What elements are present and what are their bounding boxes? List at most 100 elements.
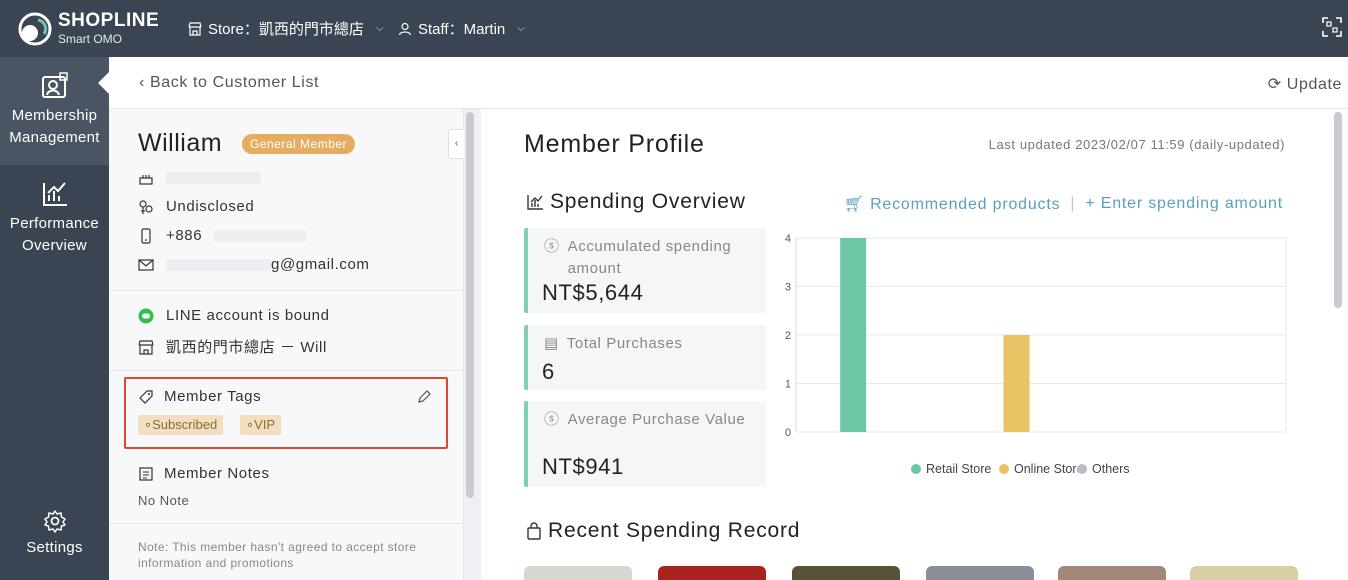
gender-value: Undisclosed bbox=[166, 198, 255, 215]
right-panel-scrollbar[interactable] bbox=[1334, 112, 1342, 308]
chevron-down-icon: ⌵ bbox=[517, 23, 525, 34]
sidebar-item-label: Performance Overview bbox=[9, 215, 100, 254]
back-to-customer-list-link[interactable]: ‹ Back to Customer List bbox=[139, 74, 319, 92]
mail-icon bbox=[138, 258, 154, 271]
shopline-logo[interactable]: SHOPLINE Smart OMO bbox=[18, 10, 168, 50]
update-label: Update bbox=[1286, 76, 1342, 93]
chevron-left-icon: ‹ bbox=[139, 74, 150, 91]
chart-legend-label: Others bbox=[1092, 462, 1130, 476]
line-icon bbox=[138, 308, 154, 323]
top-bar: SHOPLINE Smart OMO Store：凱西的門市總店 ⌵ Staff… bbox=[0, 0, 1348, 57]
last-updated-text: Last updated 2023/02/07 11:59 (daily-upd… bbox=[988, 137, 1285, 152]
stat-card-accumulated: ⓢ Accumulated spending amount NT$5,644 bbox=[524, 228, 766, 313]
sidebar-item-settings[interactable]: Settings bbox=[0, 509, 109, 569]
member-card-icon bbox=[41, 72, 68, 98]
member-notes-title: Member Notes bbox=[164, 465, 270, 482]
receipt-icon: ▤ bbox=[544, 335, 559, 352]
back-label: Back to Customer List bbox=[149, 74, 320, 91]
collapse-panel-button[interactable]: ‹ bbox=[448, 129, 464, 159]
phone-icon bbox=[141, 227, 151, 244]
email-suffix: g@gmail.com bbox=[271, 256, 370, 273]
store-icon bbox=[138, 339, 154, 355]
chart-y-tick-label: 0 bbox=[785, 427, 791, 439]
stat-value: 6 bbox=[542, 359, 555, 384]
chart-bar-online-store bbox=[1003, 335, 1030, 432]
pencil-icon[interactable] bbox=[416, 389, 432, 405]
cart-icon: 🛒︎ bbox=[843, 196, 871, 213]
recent-spending-title: Recent Spending Record bbox=[548, 519, 801, 542]
product-thumbnail[interactable] bbox=[1058, 566, 1166, 580]
gear-icon bbox=[43, 510, 66, 533]
stat-label-text: Accumulated spending amount bbox=[567, 238, 732, 277]
line-status-text: LINE account is bound bbox=[166, 307, 330, 324]
sidebar-item-label: Membership Management bbox=[9, 107, 100, 146]
refresh-icon: ⟳ bbox=[1267, 76, 1287, 93]
shopping-bag-icon bbox=[527, 522, 541, 540]
sidebar-item-performance[interactable]: Performance Overview bbox=[0, 179, 109, 269]
sidebar-item-label: Settings bbox=[26, 539, 83, 556]
chart-legend-marker bbox=[999, 464, 1009, 474]
spending-channel-chart: 0 1 2 3 4 Retail Store Online Store Others bbox=[785, 233, 1287, 476]
recommended-products-label: Recommended products bbox=[870, 196, 1061, 213]
enter-spending-link[interactable]: + Enter spending amount bbox=[1085, 195, 1283, 213]
stat-card-total-purchases: ▤ Total Purchases 6 bbox=[524, 325, 766, 390]
product-thumbnail[interactable] bbox=[792, 566, 900, 580]
tag-icon bbox=[139, 389, 153, 404]
member-tags-title: Member Tags bbox=[164, 388, 262, 405]
scan-icon[interactable] bbox=[1322, 17, 1342, 37]
chart-icon bbox=[42, 182, 67, 206]
gender-icon bbox=[139, 199, 153, 214]
tag-chip-subscribed: ∘Subscribed bbox=[138, 415, 224, 435]
sidebar-item-membership[interactable]: Membership Management bbox=[0, 57, 109, 165]
chevron-down-icon: ⌵ bbox=[375, 23, 384, 34]
spending-actions: 🛒︎ Recommended products | + Enter spendi… bbox=[844, 194, 1283, 214]
store-selector[interactable]: Store：凱西的門市總店 ⌵ bbox=[188, 18, 383, 39]
member-notes-header: Member Notes bbox=[138, 465, 270, 482]
chart-legend-label: Retail Store bbox=[926, 462, 991, 476]
page-title: Member Profile bbox=[524, 130, 705, 158]
chart-icon bbox=[527, 195, 543, 210]
store-staff-text: 凱西的門市總店 － Will bbox=[166, 339, 327, 356]
product-thumbnail[interactable] bbox=[926, 566, 1034, 580]
spending-overview-title: Spending Overview bbox=[550, 190, 746, 213]
divider: | bbox=[1070, 195, 1076, 212]
stat-label-text: Total Purchases bbox=[566, 335, 683, 352]
product-thumbnail[interactable] bbox=[658, 566, 766, 580]
member-tier-badge: General Member bbox=[242, 134, 356, 154]
phone-row: +886 bbox=[138, 227, 307, 244]
birthday-row bbox=[138, 170, 261, 186]
sidebar: Membership Management Performance Overvi… bbox=[0, 57, 110, 580]
store-icon bbox=[188, 21, 202, 36]
enter-spending-label: Enter spending amount bbox=[1100, 195, 1283, 212]
line-status-row: LINE account is bound bbox=[138, 307, 330, 324]
gender-row: Undisclosed bbox=[138, 198, 254, 215]
chart-legend-marker bbox=[911, 464, 921, 474]
staff-label: Staff：Martin bbox=[418, 21, 506, 38]
store-staff-row: 凱西的門市總店 － Will bbox=[138, 336, 327, 357]
divider bbox=[109, 370, 464, 371]
phone-value-redacted bbox=[214, 229, 307, 242]
recommended-products-link[interactable]: 🛒︎ Recommended products bbox=[844, 194, 1061, 214]
product-thumbnail[interactable] bbox=[524, 566, 632, 580]
notes-icon bbox=[139, 466, 153, 481]
page-header: ‹ Back to Customer List ⟳ Update bbox=[109, 57, 1348, 109]
left-panel-scrollbar[interactable] bbox=[466, 112, 474, 498]
update-button[interactable]: ⟳ Update bbox=[1268, 74, 1342, 94]
user-icon bbox=[398, 22, 412, 35]
member-tags-section: Member Tags ∘Subscribed ∘VIP bbox=[124, 377, 448, 449]
staff-selector[interactable]: Staff：Martin ⌵ bbox=[398, 18, 525, 39]
store-label: Store：凱西的門市總店 bbox=[208, 21, 364, 38]
cake-icon bbox=[139, 175, 153, 185]
email-value: g@gmail.com bbox=[166, 256, 370, 273]
chart-y-tick-label: 4 bbox=[785, 233, 791, 245]
divider bbox=[109, 290, 464, 291]
stat-label: ▤ Total Purchases bbox=[544, 333, 683, 355]
stat-label: ⓢ Average Purchase Value bbox=[544, 409, 754, 431]
chart-y-tick-label: 3 bbox=[785, 282, 791, 294]
chart-y-tick-label: 1 bbox=[785, 379, 791, 391]
recent-spending-header: Recent Spending Record bbox=[526, 519, 800, 543]
product-thumbnail[interactable] bbox=[1190, 566, 1298, 580]
dollar-icon: ⓢ bbox=[544, 238, 560, 255]
divider bbox=[109, 523, 464, 524]
stat-card-average: ⓢ Average Purchase Value NT$941 bbox=[524, 401, 766, 487]
